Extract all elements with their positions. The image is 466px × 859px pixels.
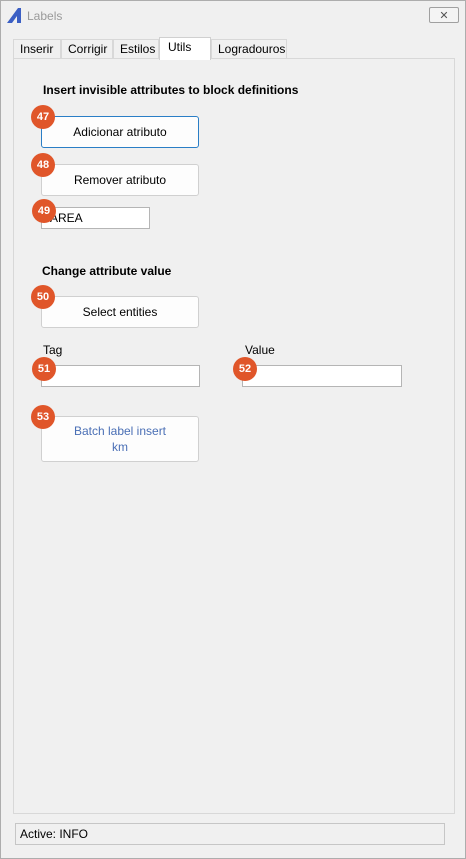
tab-logradouros[interactable]: Logradouros xyxy=(211,39,287,59)
close-button[interactable]: ✕ xyxy=(429,7,459,23)
remove-attribute-button[interactable]: Remover atributo xyxy=(41,164,199,196)
value-input[interactable] xyxy=(242,365,402,387)
window-title: Labels xyxy=(27,9,63,23)
badge-51: 51 xyxy=(32,357,56,381)
batch-button-line2: km xyxy=(112,440,128,454)
labels-window: Labels ✕ Inserir Corrigir Estilos Utils … xyxy=(0,0,466,859)
tab-estilos[interactable]: Estilos xyxy=(113,39,159,59)
tag-input[interactable] xyxy=(41,365,200,387)
badge-48: 48 xyxy=(31,153,55,177)
status-bar: Active: INFO xyxy=(15,823,445,845)
tab-corrigir[interactable]: Corrigir xyxy=(61,39,113,59)
badge-50: 50 xyxy=(31,285,55,309)
badge-52: 52 xyxy=(233,357,257,381)
tag-label: Tag xyxy=(43,343,63,357)
title-bar: Labels ✕ xyxy=(1,1,465,29)
tab-utils[interactable]: Utils xyxy=(159,37,211,60)
close-icon: ✕ xyxy=(439,8,449,22)
batch-label-insert-button[interactable]: Batch label insert km xyxy=(41,416,199,462)
value-label: Value xyxy=(245,343,275,357)
attribute-name-input[interactable] xyxy=(41,207,150,229)
select-entities-button[interactable]: Select entities xyxy=(41,296,199,328)
badge-53: 53 xyxy=(31,405,55,429)
invisible-attributes-heading: Insert invisible attributes to block def… xyxy=(43,83,299,97)
tab-inserir[interactable]: Inserir xyxy=(13,39,61,59)
change-attribute-heading: Change attribute value xyxy=(42,264,172,278)
batch-button-line1: Batch label insert xyxy=(73,424,167,438)
badge-49: 49 xyxy=(32,199,56,223)
add-attribute-button[interactable]: Adicionar atributo xyxy=(41,116,199,148)
app-logo-icon xyxy=(7,8,23,23)
badge-47: 47 xyxy=(31,105,55,129)
